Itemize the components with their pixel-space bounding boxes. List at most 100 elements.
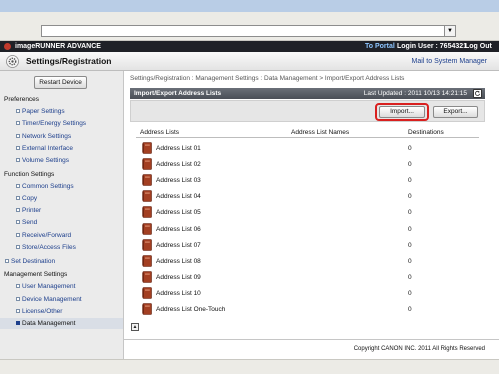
scroll-to-top-button[interactable]: ▲ <box>131 323 139 331</box>
sidebar-item-device-management[interactable]: Device Management <box>0 294 123 305</box>
mail-to-system-manager-link[interactable]: Mail to System Manager <box>412 56 487 67</box>
address-list-name[interactable]: Address List 01 <box>156 144 201 153</box>
bullet-icon <box>16 296 20 301</box>
table-row[interactable]: Address List 10 0 <box>136 285 479 301</box>
bullet-icon <box>16 321 20 326</box>
sidebar-item-label: License/Other <box>22 307 63 315</box>
sidebar-item-label: External Interface <box>22 144 73 152</box>
destinations-count: 0 <box>408 145 412 152</box>
bullet-icon <box>16 220 20 225</box>
bullet-icon <box>5 259 9 264</box>
table-row[interactable]: Address List 02 0 <box>136 156 479 172</box>
address-list-name[interactable]: Address List One-Touch <box>156 305 225 314</box>
sidebar-item-volume-settings[interactable]: Volume Settings <box>0 155 123 166</box>
product-header: imageRUNNER ADVANCE To Portal Login User… <box>0 41 499 52</box>
sidebar-item-license-other[interactable]: License/Other <box>0 306 123 317</box>
table-row[interactable]: Address List 04 0 <box>136 188 479 204</box>
copyright-text: Copyright CANON INC. 2011 All Rights Res… <box>353 346 485 352</box>
sidebar-item-label: Copy <box>22 194 38 202</box>
address-list-name[interactable]: Address List 07 <box>156 241 201 250</box>
destinations-count: 0 <box>408 289 412 297</box>
sidebar-item-receive-forward[interactable]: Receive/Forward <box>0 230 123 241</box>
address-book-icon <box>142 190 152 203</box>
sidebar-item-label: Data Management <box>22 320 76 328</box>
address-dropdown[interactable]: ▼ <box>41 25 456 37</box>
sidebar-item-label: Volume Settings <box>22 157 69 165</box>
action-row <box>130 100 485 122</box>
restart-device-button[interactable]: Restart Device <box>34 76 87 89</box>
bullet-icon <box>16 121 20 126</box>
table-row[interactable]: Address List 05 0 <box>136 204 479 220</box>
to-portal-link[interactable]: To Portal <box>365 42 395 51</box>
sidebar-item-label: Network Settings <box>22 132 72 140</box>
destinations-count: 0 <box>408 257 412 265</box>
bullet-icon <box>16 158 20 163</box>
sidebar: Restart Device Preferences Paper Settings… <box>0 71 124 359</box>
import-button[interactable]: Import... <box>379 106 425 118</box>
table-row[interactable]: Address List 08 0 <box>136 253 479 269</box>
table-row[interactable]: Address List 03 0 <box>136 172 479 188</box>
address-book-icon <box>142 287 152 299</box>
address-list-name[interactable]: Address List 08 <box>156 257 201 266</box>
sidebar-item-label: User Management <box>22 283 76 291</box>
address-book-icon <box>142 303 152 315</box>
column-address-list-names: Address List Names <box>291 129 350 136</box>
address-list-name[interactable]: Address List 04 <box>156 192 201 201</box>
address-list-name[interactable]: Address List 05 <box>156 208 201 217</box>
bullet-icon <box>16 109 20 113</box>
table-row[interactable]: Address List 07 0 <box>136 237 479 253</box>
browser-status-bar <box>0 359 499 374</box>
export-button[interactable]: Export... <box>433 106 478 118</box>
refresh-icon[interactable] <box>473 89 482 98</box>
address-book-icon <box>142 270 152 283</box>
sidebar-item-data-management[interactable]: Data Management <box>0 318 123 330</box>
settings-gear-icon <box>6 55 19 68</box>
address-book-icon <box>142 206 152 219</box>
table-row[interactable]: Address List One-Touch 0 <box>136 301 479 317</box>
table-row[interactable]: Address List 01 0 <box>136 140 479 156</box>
sidebar-item-label: Set Destination <box>11 258 56 266</box>
canon-logo-icon <box>4 43 11 50</box>
sidebar-item-copy[interactable]: Copy <box>0 193 123 204</box>
sidebar-group-heading: Function Settings <box>4 170 55 178</box>
sidebar-item-common-settings[interactable]: Common Settings <box>0 181 123 192</box>
footer: Copyright CANON INC. 2011 All Rights Res… <box>124 339 499 359</box>
bullet-icon <box>16 133 20 138</box>
sidebar-item-user-management[interactable]: User Management <box>0 281 123 292</box>
bullet-icon <box>16 284 20 289</box>
browser-title-strip <box>0 0 499 12</box>
destinations-count: 0 <box>408 225 412 233</box>
sidebar-item-paper-settings[interactable]: Paper Settings <box>0 106 123 117</box>
destinations-count: 0 <box>408 161 412 169</box>
table-row[interactable]: Address List 06 0 <box>136 221 479 237</box>
address-list-name[interactable]: Address List 10 <box>156 289 201 298</box>
address-list-name[interactable]: Address List 06 <box>156 225 201 234</box>
sidebar-item-external-interface[interactable]: External Interface <box>0 143 123 154</box>
chevron-down-icon[interactable]: ▼ <box>444 26 455 36</box>
address-list-name[interactable]: Address List 02 <box>156 160 201 169</box>
sidebar-item-store-access-files[interactable]: Store/Access Files <box>0 242 123 253</box>
sidebar-item-timer-energy-settings[interactable]: Timer/Energy Settings <box>0 118 123 129</box>
sidebar-item-printer[interactable]: Printer <box>0 205 123 216</box>
table-row[interactable]: Address List 09 0 <box>136 269 479 285</box>
bullet-icon <box>16 208 20 213</box>
bullet-icon <box>16 145 20 150</box>
address-book-icon <box>142 254 152 267</box>
product-name: imageRUNNER ADVANCE <box>15 43 101 50</box>
sidebar-item-send[interactable]: Send <box>0 217 123 228</box>
bullet-icon <box>16 183 20 188</box>
breadcrumb: Settings/Registration : Management Setti… <box>130 75 405 82</box>
address-list-name[interactable]: Address List 03 <box>156 176 201 185</box>
address-list-name[interactable]: Address List 09 <box>156 273 201 282</box>
sidebar-item-label: Timer/Energy Settings <box>22 120 87 128</box>
address-book-icon <box>142 222 152 235</box>
sidebar-item-label: Common Settings <box>22 182 74 190</box>
logout-link[interactable]: Log Out <box>465 42 492 51</box>
sidebar-item-network-settings[interactable]: Network Settings <box>0 131 123 142</box>
address-book-icon <box>142 158 152 170</box>
page-title: Settings/Registration <box>26 56 112 66</box>
login-user-text: Login User : 7654321 <box>397 43 468 50</box>
sidebar-item-set-destination[interactable]: Set Destination <box>0 256 123 267</box>
address-book-icon <box>142 238 152 251</box>
bullet-icon <box>16 195 20 200</box>
